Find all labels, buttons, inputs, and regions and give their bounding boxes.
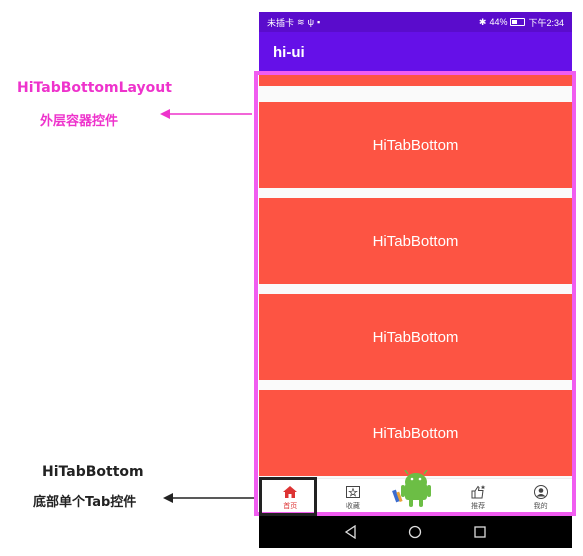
clock: 下午2:34 [528, 17, 564, 28]
pink-arrow-icon [160, 109, 252, 119]
usb-icon: ψ [307, 17, 314, 27]
layout-annotation-title: HiTabBottomLayout [17, 80, 172, 96]
battery-percent: 44% [489, 17, 508, 27]
bluetooth-icon: ✱ [478, 16, 487, 27]
wifi-icon: ≋ [297, 16, 305, 27]
sim-status-text: 未插卡 [267, 17, 295, 28]
tab-annotation-subtitle: 底部单个Tab控件 [33, 495, 137, 510]
app-bar: hi-ui [259, 32, 572, 72]
layout-highlight-frame [254, 71, 576, 516]
layout-annotation-subtitle: 外层容器控件 [40, 114, 119, 129]
back-icon[interactable] [344, 525, 358, 539]
recents-icon[interactable] [473, 525, 487, 539]
black-arrow-icon [163, 493, 255, 503]
tab-annotation-title: HiTabBottom [42, 464, 144, 480]
system-nav-bar [259, 516, 572, 548]
home-nav-icon[interactable] [408, 525, 422, 539]
battery-icon [510, 18, 526, 26]
notification-icon: ▪ [316, 17, 321, 27]
tab-highlight-box [259, 477, 317, 516]
status-bar: 未插卡 ≋ ψ ▪ ✱ 44% 下午2:34 [259, 12, 572, 32]
app-title: hi-ui [273, 43, 305, 61]
